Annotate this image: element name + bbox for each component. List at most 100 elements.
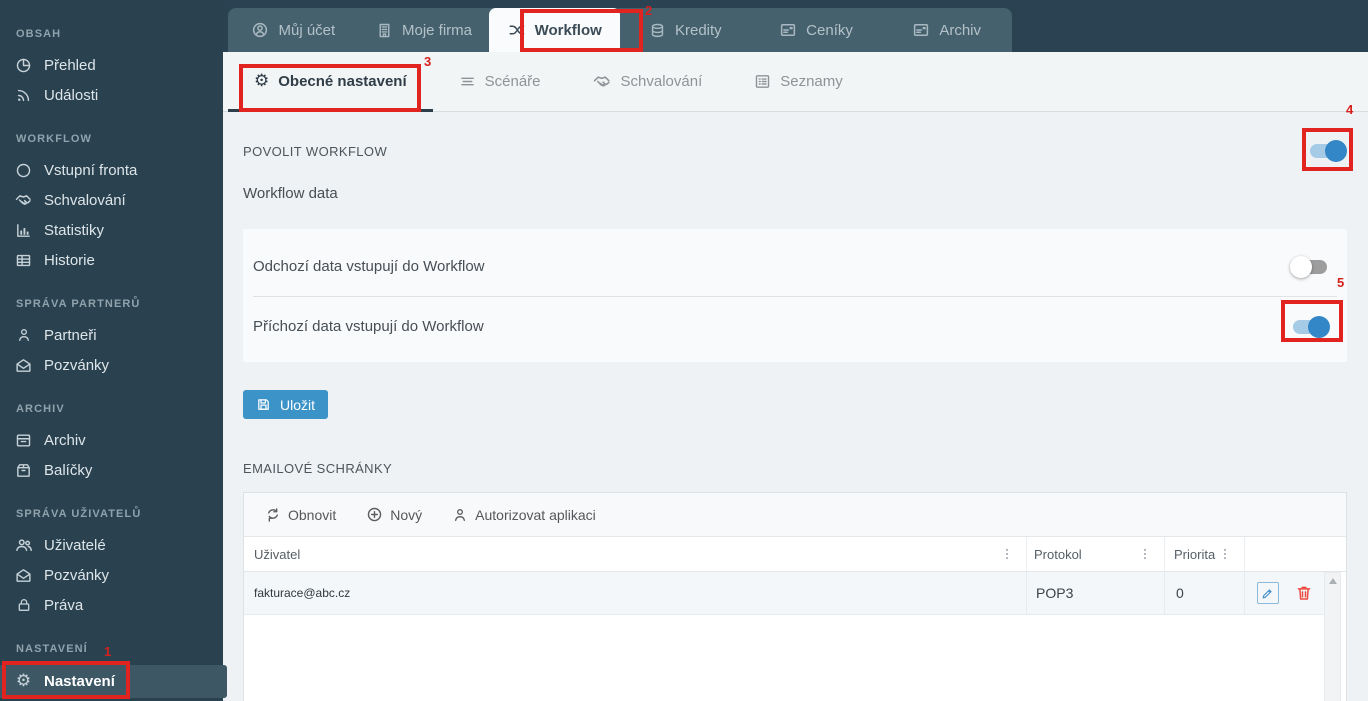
- refresh-label: Obnovit: [288, 506, 337, 523]
- column-header-priority: Priorita: [1164, 537, 1244, 571]
- person-icon: [14, 327, 33, 343]
- column-menu-icon[interactable]: [1000, 547, 1014, 561]
- tab-kredity[interactable]: Kredity: [620, 8, 751, 52]
- sidebar-item-label: Nastavení: [44, 673, 115, 690]
- authorize-app-button[interactable]: Autorizovat aplikaci: [446, 507, 602, 523]
- sidebar-section-sprava-uzivatelu: SPRÁVA UŽIVATELŮ Uživatelé Pozvánky Práv…: [0, 508, 223, 620]
- tab-muj-ucet[interactable]: Můj účet: [228, 8, 359, 52]
- toggle-knob: [1325, 140, 1347, 162]
- sidebar-item-prava[interactable]: Práva: [0, 590, 223, 620]
- refresh-icon: [265, 507, 281, 523]
- section-title: SPRÁVA UŽIVATELŮ: [16, 508, 142, 520]
- user-circle-icon: [251, 21, 269, 39]
- subtab-label: Schvalování: [620, 73, 703, 90]
- scroll-up-arrow-icon[interactable]: [1328, 578, 1337, 584]
- outgoing-data-label: Odchozí data vstupují do Workflow: [253, 258, 485, 275]
- save-button[interactable]: Uložit: [243, 390, 329, 419]
- bar-chart-icon: [14, 222, 33, 239]
- section-title: NASTAVENÍ: [16, 643, 88, 655]
- table-icon: [14, 252, 33, 269]
- sidebar-item-vstupni-fronta[interactable]: Vstupní fronta: [0, 155, 223, 185]
- sidebar-item-label: Pozvánky: [44, 356, 110, 374]
- tab-workflow[interactable]: Workflow: [489, 8, 621, 52]
- sidebar-item-statistiky[interactable]: Statistiky: [0, 215, 223, 245]
- mailboxes-table-header: Uživatel Protokol Priorita: [244, 537, 1346, 572]
- gear-icon: ⚙: [15, 671, 32, 691]
- archive-box-icon: [14, 432, 33, 449]
- column-label: Uživatel: [254, 546, 301, 562]
- subtab-label: Scénáře: [484, 73, 541, 90]
- card-icon: [779, 21, 797, 39]
- sidebar-item-label: Partneři: [44, 326, 97, 344]
- subtab-seznamy[interactable]: Seznamy: [728, 52, 869, 111]
- tab-archiv[interactable]: Archiv: [881, 8, 1012, 52]
- sidebar-item-nastaveni[interactable]: ⚙ Nastavení: [0, 665, 227, 698]
- rss-icon: [14, 87, 33, 104]
- sidebar-item-schvalovani[interactable]: Schvalování: [0, 185, 223, 215]
- enable-workflow-toggle[interactable]: [1307, 140, 1347, 162]
- table-row[interactable]: fakturace@abc.cz POP3 0: [244, 572, 1324, 615]
- sidebar-item-label: Archiv: [44, 431, 86, 449]
- section-title: ARCHIV: [16, 403, 65, 415]
- save-label: Uložit: [280, 396, 316, 413]
- sidebar-item-label: Historie: [44, 251, 95, 269]
- tab-label: Workflow: [534, 21, 602, 39]
- delete-row-button[interactable]: [1295, 584, 1313, 602]
- sidebar-item-pozvanky-uzivatele[interactable]: Pozvánky: [0, 560, 223, 590]
- save-icon: [256, 397, 271, 412]
- subtab-schvalovani[interactable]: Schvalování: [567, 52, 729, 111]
- circle-icon: [14, 162, 33, 179]
- sidebar-item-prehled[interactable]: Přehled: [0, 50, 223, 80]
- sidebar-item-label: Statistiky: [44, 221, 105, 239]
- sidebar-item-partneri[interactable]: Partneři: [0, 320, 223, 350]
- pie-chart-icon: [14, 57, 33, 74]
- toggle-knob: [1308, 315, 1330, 338]
- authorize-app-label: Autorizovat aplikaci: [475, 506, 596, 523]
- cell-priority: 0: [1164, 572, 1244, 614]
- subtab-scenare[interactable]: Scénáře: [433, 52, 567, 111]
- package-icon: [14, 462, 33, 479]
- card-icon: [912, 21, 930, 39]
- cell-actions: [1244, 572, 1324, 614]
- sidebar-section-workflow: WORKFLOW Vstupní fronta Schvalování Stat…: [0, 133, 223, 275]
- incoming-data-row: Příchozí data vstupují do Workflow: [253, 296, 1337, 356]
- sidebar-item-historie[interactable]: Historie: [0, 245, 223, 275]
- tab-label: Kredity: [675, 21, 722, 39]
- sidebar-item-label: Přehled: [44, 56, 96, 74]
- sidebar-item-archiv[interactable]: Archiv: [0, 425, 223, 455]
- app-page: OBSAH Přehled Události WORKFLOW Vstupní …: [0, 0, 1368, 701]
- sidebar-item-pozvanky-partneri[interactable]: Pozvánky: [0, 350, 223, 380]
- sidebar-section-sprava-partneru: SPRÁVA PARTNERŮ Partneři Pozvánky: [0, 298, 223, 380]
- outgoing-data-toggle[interactable]: [1290, 255, 1330, 278]
- sidebar-section-nastaveni: NASTAVENÍ ⚙ Nastavení: [0, 643, 227, 698]
- incoming-data-toggle[interactable]: [1290, 315, 1330, 338]
- list-box-icon: [754, 73, 771, 90]
- mail-open-icon: [14, 357, 33, 374]
- tab-ceniky[interactable]: Ceníky: [751, 8, 882, 52]
- pencil-icon: [1262, 588, 1272, 598]
- vertical-scrollbar[interactable]: [1324, 572, 1341, 701]
- users-icon: [14, 536, 33, 554]
- column-header-user: Uživatel: [244, 537, 1026, 571]
- sidebar-item-uzivatele[interactable]: Uživatelé: [0, 530, 223, 560]
- top-tab-bar: Můj účet Moje firma Workflow Kredity Cen…: [223, 0, 1368, 52]
- mailboxes-toolbar: Obnovit Nový Autorizovat aplikaci: [244, 493, 1346, 537]
- sidebar-section-archiv: ARCHIV Archiv Balíčky: [0, 403, 223, 485]
- coins-icon: [649, 22, 666, 39]
- email-mailboxes-panel: Obnovit Nový Autorizovat aplikaci Uživat…: [243, 492, 1347, 701]
- column-menu-icon[interactable]: [1218, 547, 1232, 561]
- new-button[interactable]: Nový: [360, 506, 428, 523]
- new-label: Nový: [390, 506, 423, 523]
- column-header-gap: [1324, 537, 1346, 571]
- subtab-obecne-nastaveni[interactable]: ⚙ Obecné nastavení: [228, 52, 433, 112]
- sidebar-item-label: Balíčky: [44, 461, 93, 479]
- edit-row-button[interactable]: [1256, 582, 1279, 604]
- gear-icon: ⚙: [254, 71, 270, 91]
- sidebar-item-udalosti[interactable]: Události: [0, 80, 223, 110]
- handshake-icon: [593, 72, 612, 91]
- column-menu-icon[interactable]: [1138, 547, 1152, 561]
- refresh-button[interactable]: Obnovit: [259, 507, 342, 523]
- sidebar-item-balicky[interactable]: Balíčky: [0, 455, 223, 485]
- tab-moje-firma[interactable]: Moje firma: [359, 8, 490, 52]
- outgoing-data-row: Odchozí data vstupují do Workflow: [253, 237, 1337, 296]
